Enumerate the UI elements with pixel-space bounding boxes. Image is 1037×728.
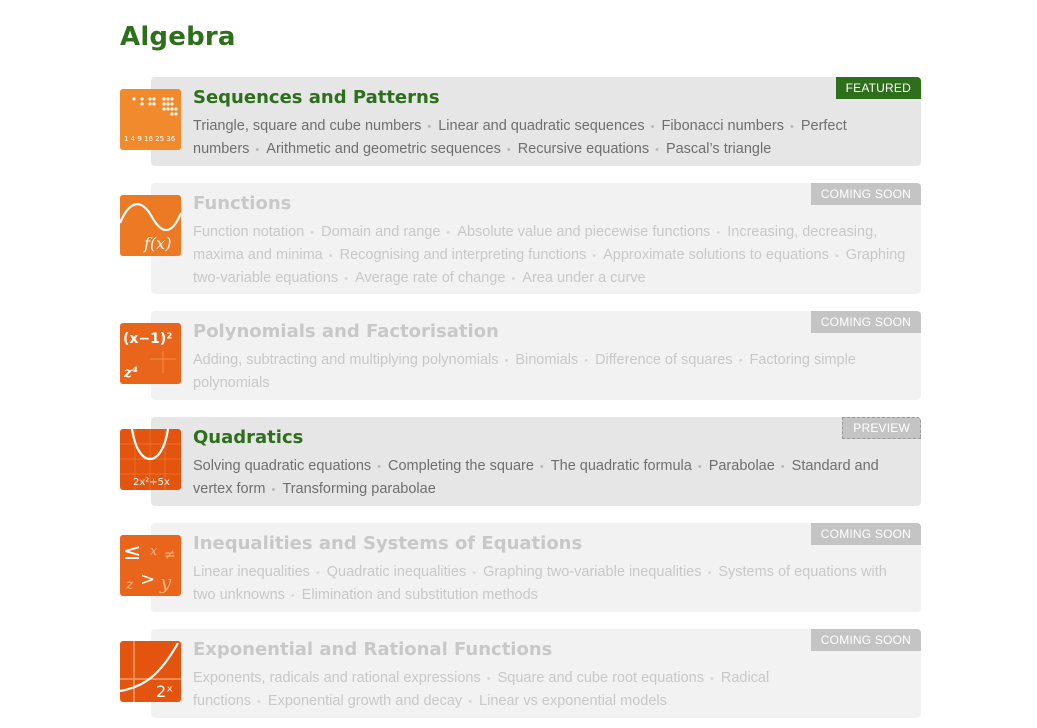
- course-title[interactable]: Sequences and Patterns: [193, 87, 440, 108]
- course-card-sequences[interactable]: 1 4 9 16 25 36 Sequences and Patterns Tr…: [120, 77, 921, 166]
- thumb-ineq-text-2: x: [150, 544, 158, 559]
- thumb-poly-text: (x−1)²: [123, 331, 172, 347]
- thumb-ineq-text: ≤: [123, 540, 141, 565]
- course-card-functions[interactable]: f(x) Functions Function notationDomain a…: [120, 183, 921, 294]
- topic-item: Square and cube root equations: [481, 670, 704, 686]
- topic-item: Exponents, radicals and rational express…: [193, 670, 481, 686]
- topic-item: Solving quadratic equations: [193, 458, 372, 474]
- thumb-ineq-text-6: y: [159, 570, 172, 594]
- functions-thumbnail: f(x): [120, 195, 181, 256]
- featured-badge: FEATURED: [835, 77, 921, 99]
- course-title[interactable]: Functions: [193, 193, 291, 214]
- course-title[interactable]: Exponential and Rational Functions: [193, 639, 552, 660]
- topic-item: Arithmetic and geometric sequences: [249, 141, 500, 157]
- thumb-exp-text: 2ˣ: [156, 682, 173, 701]
- course-card-inequalities[interactable]: ≤ x ≠ z > y Inequalities and Systems of …: [120, 523, 921, 612]
- topic-item: Pascal’s triangle: [649, 141, 771, 157]
- thumb-poly-text-2: z⁴: [123, 365, 138, 381]
- course-card-polynomials[interactable]: (x−1)² z⁴ Polynomials and Factorisation …: [120, 311, 921, 400]
- topic-item: Difference of squares: [578, 352, 732, 368]
- topic-item: Absolute value and piecewise functions: [440, 224, 710, 240]
- topic-item: Domain and range: [304, 224, 440, 240]
- topic-item: Linear vs exponential models: [462, 693, 667, 709]
- topic-item: Approximate solutions to equations: [586, 247, 829, 263]
- thumb-ineq-text-4: z: [125, 577, 134, 593]
- topic-list: Triangle, square and cube numbersLinear …: [193, 115, 913, 161]
- sequences-thumbnail: 1 4 9 16 25 36: [120, 89, 181, 150]
- topic-item: Recursive equations: [501, 141, 649, 157]
- course-title[interactable]: Quadratics: [193, 427, 303, 448]
- thumb-ineq-text-5: >: [140, 569, 155, 590]
- topic-list: Linear inequalitiesQuadratic inequalitie…: [193, 561, 913, 607]
- preview-badge: PREVIEW: [842, 417, 921, 439]
- topic-list: Adding, subtracting and multiplying poly…: [193, 349, 913, 394]
- coming-soon-badge: COMING SOON: [810, 183, 921, 205]
- coming-soon-badge: COMING SOON: [810, 523, 921, 545]
- topic-item: Binomials: [498, 352, 578, 368]
- topic-list: Exponents, radicals and rational express…: [193, 667, 913, 713]
- topic-item: Function notation: [193, 224, 305, 240]
- course-card-quadratics[interactable]: 2x²+5x Quadratics Solving quadratic equa…: [120, 417, 921, 506]
- topic-item: Exponential growth and decay: [251, 693, 462, 709]
- section-title: Algebra: [120, 22, 236, 52]
- topic-item: Triangle, square and cube numbers: [193, 118, 422, 134]
- inequalities-thumbnail: ≤ x ≠ z > y: [120, 535, 181, 596]
- topic-item: Transforming parabolae: [266, 481, 436, 497]
- topic-item: Area under a curve: [505, 270, 645, 286]
- topic-item: The quadratic formula: [534, 458, 692, 474]
- topic-item: Quadratic inequalities: [310, 564, 466, 580]
- topic-item: Linear inequalities: [193, 564, 310, 580]
- thumb-sequence-text: 1 4 9 16 25 36: [124, 135, 176, 143]
- thumb-quadratic-text: 2x²+5x: [133, 477, 170, 488]
- topic-item: Linear and quadratic sequences: [421, 118, 644, 134]
- course-title[interactable]: Polynomials and Factorisation: [193, 321, 499, 342]
- course-title[interactable]: Inequalities and Systems of Equations: [193, 533, 582, 554]
- topic-list: Function notationDomain and rangeAbsolut…: [193, 221, 913, 290]
- thumb-fx-text: f(x): [143, 234, 171, 253]
- topic-item: Fibonacci numbers: [645, 118, 784, 134]
- topic-item: Graphing two-variable inequalities: [466, 564, 701, 580]
- topic-list: Solving quadratic equationsCompleting th…: [193, 455, 913, 501]
- topic-item: Completing the square: [371, 458, 534, 474]
- exponential-thumbnail: 2ˣ: [120, 641, 181, 702]
- quadratics-thumbnail: 2x²+5x: [120, 429, 181, 490]
- thumb-ineq-text-3: ≠: [164, 547, 176, 563]
- coming-soon-badge: COMING SOON: [810, 311, 921, 333]
- topic-item: Average rate of change: [338, 270, 505, 286]
- topic-item: Parabolae: [692, 458, 775, 474]
- course-card-exponential[interactable]: 2ˣ Exponential and Rational Functions Ex…: [120, 629, 921, 718]
- polynomials-thumbnail: (x−1)² z⁴: [120, 323, 181, 384]
- topic-item: Recognising and interpreting functions: [323, 247, 587, 263]
- coming-soon-badge: COMING SOON: [810, 629, 921, 651]
- topic-item: Adding, subtracting and multiplying poly…: [193, 352, 499, 368]
- topic-item: Elimination and substitution methods: [285, 587, 538, 603]
